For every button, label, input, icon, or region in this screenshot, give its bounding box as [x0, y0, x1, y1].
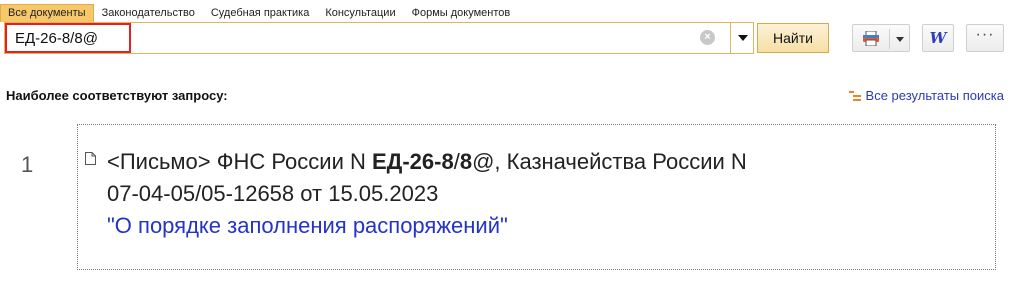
result-number: 1: [21, 152, 34, 177]
tab-consultations[interactable]: Консультации: [317, 4, 403, 22]
chevron-down-icon[interactable]: [896, 37, 904, 42]
result-prefix: <Письмо> ФНС России N: [107, 149, 372, 174]
result-item[interactable]: <Письмо> ФНС России N ЕД-26-8/8@, Казнач…: [107, 146, 977, 242]
word-icon: W: [929, 29, 947, 47]
all-results-label: Все результаты поиска: [865, 88, 1004, 103]
result-title-link[interactable]: "О порядке заполнения распоряжений": [107, 210, 977, 242]
result-match: 8: [459, 149, 473, 174]
export-word-button[interactable]: W: [922, 24, 954, 52]
tab-legislation[interactable]: Законодательство: [94, 4, 203, 22]
result-match: ЕД-26-8: [371, 149, 454, 174]
divider: [889, 29, 890, 49]
find-button[interactable]: Найти: [757, 23, 829, 53]
clear-search-icon[interactable]: ×: [700, 30, 715, 45]
printer-icon: [863, 31, 879, 46]
chevron-down-icon: [737, 35, 748, 41]
search-box: ×: [4, 22, 754, 54]
tab-judicial-practice[interactable]: Судебная практика: [203, 4, 317, 22]
result-after-match: @, Казначейства России N: [472, 149, 747, 174]
print-button[interactable]: [852, 24, 910, 52]
document-type-tabs: Все документы Законодательство Судебная …: [0, 4, 518, 22]
tab-document-forms[interactable]: Формы документов: [404, 4, 519, 22]
more-button[interactable]: ···: [966, 24, 1004, 52]
result-line-2: 07-04-05/05-12658 от 15.05.2023: [107, 181, 439, 206]
document-icon: [85, 152, 96, 165]
list-icon: [848, 90, 861, 102]
tab-all-documents[interactable]: Все документы: [0, 4, 94, 22]
more-icon: ···: [975, 26, 995, 43]
all-results-link[interactable]: Все результаты поиска: [848, 88, 1004, 103]
search-history-dropdown[interactable]: [730, 23, 754, 53]
search-input[interactable]: [15, 23, 675, 53]
results-heading: Наиболее соответствуют запросу:: [6, 88, 228, 103]
result-line-1: <Письмо> ФНС России N ЕД-26-8/8@, Казнач…: [107, 146, 977, 178]
